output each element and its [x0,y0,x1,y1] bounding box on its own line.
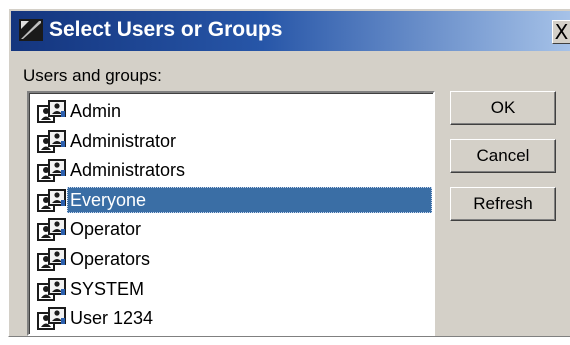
user-group-icon [37,217,67,243]
user-group-icon [37,99,67,125]
dialog-app-icon [19,19,43,41]
list-item[interactable]: Operators [34,245,432,274]
ok-button[interactable]: OK [450,91,556,125]
list-item[interactable]: Everyone [34,186,432,215]
close-icon: X [554,20,569,44]
users-and-groups-label: Users and groups: [23,66,162,85]
list-item-label: Administrator [70,130,177,151]
list-item[interactable]: Admin [34,97,432,126]
user-group-icon [37,188,67,214]
title-bar[interactable]: Select Users or Groups X [11,11,570,51]
refresh-button[interactable]: Refresh [450,187,556,221]
list-item-label: Operators [70,249,151,269]
select-users-dialog: Select Users or Groups X Users and group… [8,8,570,337]
dialog-title: Select Users or Groups [49,18,283,41]
list-item-label: SYSTEM [70,278,145,299]
list-item-label: Administrators [70,160,186,181]
users-groups-listbox[interactable]: Admin Administrator Administrators Everyone… [27,91,435,336]
user-group-icon [37,277,67,303]
list-item[interactable]: User 1234 [34,304,432,333]
list-item[interactable]: Operator [34,215,432,244]
list-item-label: Operator [70,219,142,240]
user-group-icon [37,306,67,332]
cancel-button[interactable]: Cancel [450,139,556,173]
list-item-label: User 1234 [70,308,154,329]
list-item[interactable]: Administrator [34,127,432,156]
list-item-label: Everyone [70,189,147,210]
close-button[interactable]: X [552,20,570,44]
list-item-label: Admin [70,101,122,121]
list-item[interactable]: Administrators [34,156,432,185]
list-item[interactable]: SYSTEM [34,275,432,304]
user-group-icon [37,247,67,273]
user-group-icon [37,158,67,184]
user-group-icon [37,129,67,155]
